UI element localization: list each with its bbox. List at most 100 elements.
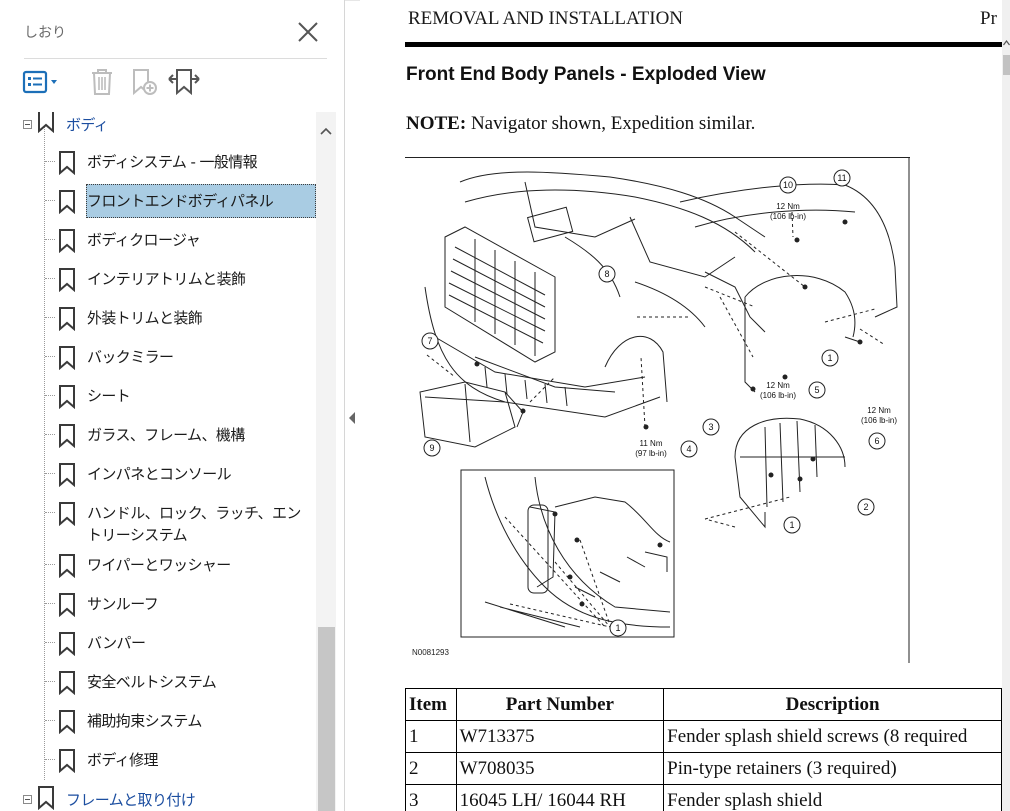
- bookmark-label: ボディシステム - 一般情報: [87, 153, 258, 171]
- bookmark-label: シート: [87, 387, 131, 405]
- document-scrollbar[interactable]: [1002, 0, 1010, 811]
- bookmark-icon: [58, 268, 76, 297]
- table-cell: 2: [405, 752, 457, 785]
- callout-11: 11: [837, 173, 846, 183]
- bookmark-item[interactable]: ボディクロージャ: [0, 220, 316, 258]
- bookmark-label: サンルーフ: [87, 595, 159, 613]
- callout-1b: 1: [789, 520, 794, 530]
- bookmark-item[interactable]: サンルーフ: [0, 584, 316, 622]
- options-menu-button[interactable]: [21, 67, 61, 101]
- bookmark-item[interactable]: 補助拘束システム: [0, 701, 316, 739]
- tree-node-label: フレームと取り付け: [66, 791, 196, 809]
- running-header-right: Pr: [980, 8, 997, 29]
- callout-4: 4: [686, 444, 691, 454]
- scrollbar-thumb[interactable]: [1003, 55, 1010, 75]
- bookmark-icon: [58, 229, 76, 258]
- callout-5: 5: [814, 385, 819, 395]
- collapse-panel-icon[interactable]: [347, 408, 357, 428]
- bookmark-label: バックミラー: [87, 348, 174, 366]
- bookmark-label: インパネとコンソール: [87, 465, 232, 483]
- bookmark-item[interactable]: ワイパーとワッシャー: [0, 545, 316, 583]
- bookmark-icon: [58, 502, 76, 531]
- bookmark-item[interactable]: インテリアトリムと装飾: [0, 259, 316, 297]
- table-cell: W708035: [455, 752, 665, 785]
- table-cell: 16045 LH/ 16044 RH: [455, 784, 665, 811]
- callout-3: 3: [708, 422, 713, 432]
- bookmark-icon: [58, 190, 76, 219]
- tree-connector: [45, 161, 55, 162]
- bookmark-label: フロントエンドボディパネル: [86, 184, 316, 218]
- bookmark-label: ボディ修理: [87, 751, 159, 769]
- bookmark-label: ハンドル、ロック、ラッチ、エントリーシステム: [87, 504, 301, 544]
- table-row: 3 16045 LH/ 16044 RH Fender splash shiel…: [405, 784, 1002, 811]
- note-body: Navigator shown, Expedition similar.: [466, 113, 756, 134]
- note-text: NOTE: Navigator shown, Expedition simila…: [406, 113, 755, 135]
- bookmark-item[interactable]: シート: [0, 376, 316, 414]
- callout-9: 9: [429, 443, 434, 453]
- tree-connector: [45, 720, 55, 721]
- bookmark-icon: [58, 632, 76, 661]
- torque-label: (97 lb-in): [635, 449, 667, 458]
- sidebar-scrollbar[interactable]: [316, 112, 336, 811]
- figure-id: N0081293: [412, 648, 449, 657]
- bookmark-label: 補助拘束システム: [87, 712, 202, 730]
- tree-connector: [45, 278, 55, 279]
- torque-label: (106 lb-in): [861, 416, 897, 425]
- delete-bookmark-button[interactable]: [84, 67, 120, 101]
- bookmarks-panel: しおり ボディ ボディシステム - 一般情報 フロントエンドボディパネル ボディ…: [0, 0, 345, 811]
- torque-label: 12 Nm: [766, 381, 790, 390]
- table-header-row: Item Part Number Description: [405, 688, 1002, 721]
- panel-title: しおり: [24, 25, 66, 41]
- scrollbar-thumb[interactable]: [318, 627, 335, 811]
- running-header: REMOVAL AND INSTALLATION: [408, 8, 684, 29]
- callout-2: 2: [863, 502, 868, 512]
- tree-connector: [45, 603, 55, 604]
- tree-connector: [45, 681, 55, 682]
- collapse-toggle[interactable]: [23, 120, 32, 129]
- tree-node-body[interactable]: ボディ: [0, 112, 316, 136]
- close-icon[interactable]: [296, 20, 320, 44]
- tree-connector: [45, 200, 55, 201]
- list-options-icon: [21, 69, 61, 100]
- tree-connector: [45, 239, 55, 240]
- bookmark-item[interactable]: 外装トリムと装飾: [0, 298, 316, 336]
- callout-10: 10: [783, 180, 793, 190]
- column-header: Description: [663, 688, 1002, 721]
- bookmark-label: バンパー: [87, 634, 146, 652]
- chevron-up-icon[interactable]: [320, 122, 332, 140]
- bookmark-item[interactable]: バックミラー: [0, 337, 316, 375]
- tree-connector: [45, 317, 55, 318]
- chevron-up-icon[interactable]: [1003, 33, 1010, 51]
- bookmark-label: インテリアトリムと装飾: [87, 270, 246, 288]
- bookmark-item[interactable]: フロントエンドボディパネル: [0, 181, 316, 219]
- table-cell: W713375: [455, 720, 665, 753]
- expand-bookmark-button[interactable]: [166, 67, 202, 101]
- torque-label: 12 Nm: [776, 202, 800, 211]
- tree-connector: [45, 434, 55, 435]
- tree-connector: [45, 395, 55, 396]
- bookmark-item[interactable]: バンパー: [0, 623, 316, 661]
- bookmark-item[interactable]: ボディ修理: [0, 740, 316, 778]
- bookmark-item[interactable]: ガラス、フレーム、機構: [0, 415, 316, 453]
- torque-label: (106 lb-in): [770, 212, 806, 221]
- callout-8: 8: [604, 269, 609, 279]
- bookmark-item[interactable]: ハンドル、ロック、ラッチ、エントリーシステム: [0, 493, 316, 545]
- new-bookmark-button[interactable]: [125, 67, 161, 101]
- header-rule: [405, 42, 1002, 47]
- exploded-view-figure: 10 11 8 7 1 5 6 3 4 9 2 1 1 12 Nm (106 l…: [405, 157, 910, 663]
- table-cell: 3: [405, 784, 457, 811]
- bookmark-item[interactable]: インパネとコンソール: [0, 454, 316, 492]
- section-title: Front End Body Panels - Exploded View: [406, 64, 766, 85]
- bookmark-item[interactable]: ボディシステム - 一般情報: [0, 142, 316, 180]
- bookmark-icon: [58, 385, 76, 414]
- bookmark-item[interactable]: 安全ベルトシステム: [0, 662, 316, 700]
- bookmark-icon: [37, 112, 55, 138]
- table-cell: Pin-type retainers (3 required): [663, 752, 1002, 785]
- expand-toggle[interactable]: [23, 795, 32, 804]
- tree-node-label: ボディ: [66, 116, 109, 134]
- tree-node-frame[interactable]: フレームと取り付け: [0, 786, 316, 811]
- bookmark-icon: [58, 671, 76, 700]
- bookmark-expand-icon: [167, 67, 201, 102]
- note-label: NOTE:: [406, 113, 467, 134]
- bookmark-icon: [58, 151, 76, 180]
